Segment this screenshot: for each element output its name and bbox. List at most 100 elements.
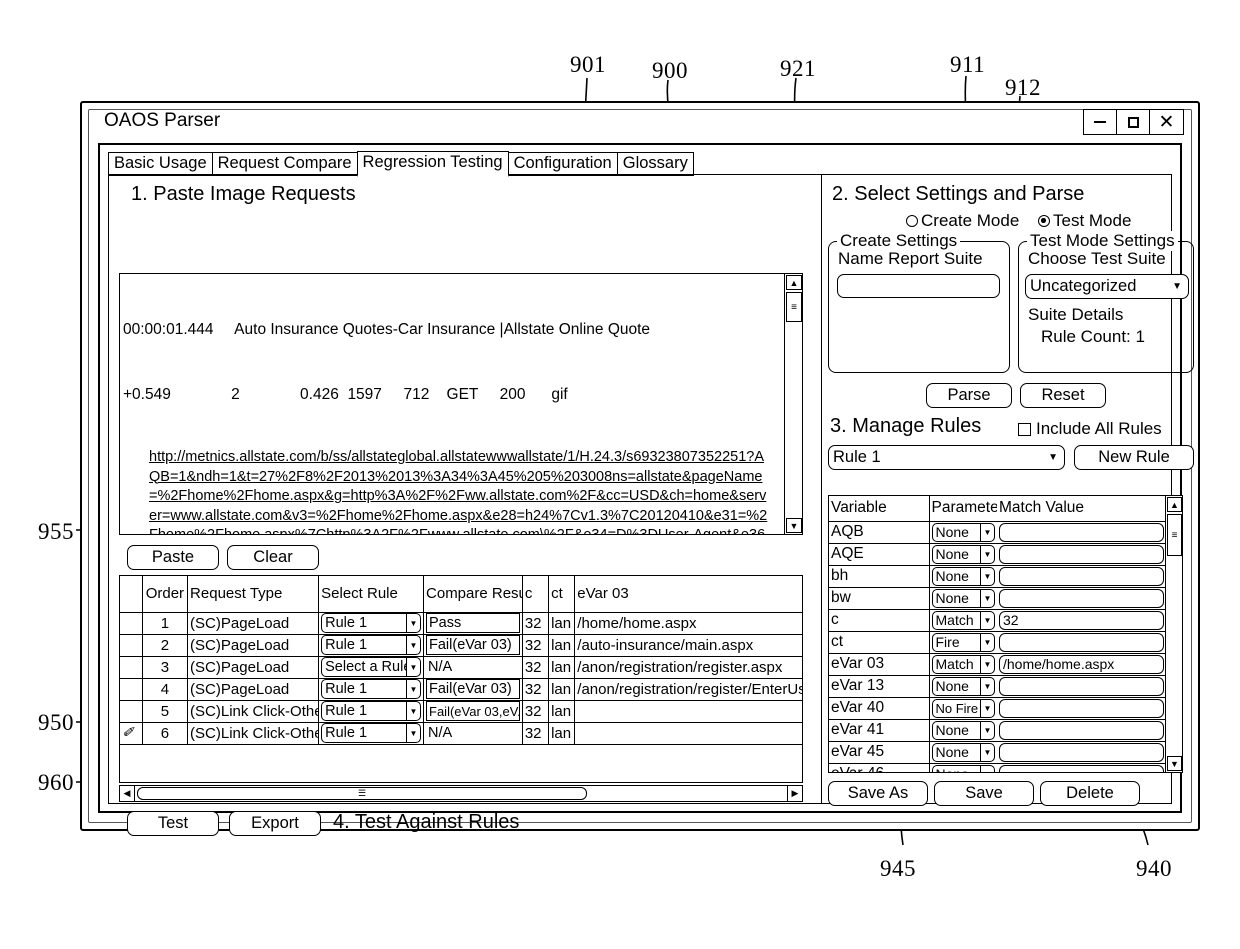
parameter-dropdown[interactable]: Fire ▼ xyxy=(931,632,995,652)
table-row[interactable]: 5 (SC)Link Click-Other Rule 1 ▼ Fail(eVa… xyxy=(120,700,802,723)
list-item[interactable]: eVar 41 None ▼ xyxy=(829,719,1166,742)
maximize-button[interactable] xyxy=(1117,110,1150,134)
match-value-input[interactable] xyxy=(999,588,1164,608)
save-button[interactable]: Save xyxy=(934,781,1034,806)
scroll-down-icon[interactable]: ▼ xyxy=(786,518,802,533)
variable-parameter-cell[interactable]: None ▼ xyxy=(929,587,997,610)
parameter-dropdown[interactable]: Match ▼ xyxy=(931,610,995,630)
scroll-up-icon[interactable]: ▲ xyxy=(786,275,802,290)
parameter-dropdown[interactable]: None ▼ xyxy=(931,544,995,564)
grid-horizontal-scrollbar[interactable]: ◀ ☰ ▶ xyxy=(119,785,803,802)
close-button[interactable]: ✕ xyxy=(1150,110,1183,134)
rule-dropdown[interactable]: Rule 1 ▼ xyxy=(321,679,422,699)
cell-select-rule[interactable]: Rule 1 ▼ xyxy=(318,678,425,701)
list-item[interactable]: AQB None ▼ xyxy=(829,521,1166,544)
list-item[interactable]: eVar 45 None ▼ xyxy=(829,741,1166,764)
variable-parameter-cell[interactable]: None ▼ xyxy=(929,719,997,742)
scroll-down-icon[interactable]: ▼ xyxy=(1167,756,1182,771)
variable-match-cell[interactable] xyxy=(997,587,1166,610)
variable-parameter-cell[interactable]: None ▼ xyxy=(929,521,997,544)
match-value-input[interactable] xyxy=(999,632,1164,652)
variable-match-cell[interactable] xyxy=(997,543,1166,566)
cell-select-rule[interactable]: Rule 1 ▼ xyxy=(318,634,425,657)
variable-parameter-cell[interactable]: None ▼ xyxy=(929,565,997,588)
paste-vertical-scrollbar[interactable]: ▲ ≡ ▼ xyxy=(784,274,802,534)
scroll-right-icon[interactable]: ▶ xyxy=(787,786,802,801)
scrollbar-thumb[interactable]: ≡ xyxy=(1167,514,1182,556)
variable-match-cell[interactable] xyxy=(997,565,1166,588)
col-evar03[interactable]: eVar 03 xyxy=(574,576,802,613)
variable-match-cell[interactable] xyxy=(997,697,1166,720)
requests-results-grid[interactable]: Order Request Type Select Rule Compare R… xyxy=(119,575,803,783)
test-button[interactable]: Test xyxy=(127,811,219,836)
match-value-input[interactable] xyxy=(999,676,1164,696)
cell-select-rule[interactable]: Rule 1 ▼ xyxy=(318,722,425,745)
col-order[interactable]: Order xyxy=(142,576,189,613)
variable-parameter-cell[interactable]: No Fire ▼ xyxy=(929,697,997,720)
variable-parameter-cell[interactable]: Fire ▼ xyxy=(929,631,997,654)
col-request-type[interactable]: Request Type xyxy=(187,576,320,613)
list-item[interactable]: c Match ▼ 32 xyxy=(829,609,1166,632)
parameter-dropdown[interactable]: No Fire ▼ xyxy=(931,698,995,718)
table-row[interactable]: 1 (SC)PageLoad Rule 1 ▼ Pass 32 lan /hom… xyxy=(120,612,802,635)
match-value-input[interactable] xyxy=(999,720,1164,740)
rule-dropdown[interactable]: Rule 1 ▼ xyxy=(321,613,422,633)
cell-select-rule[interactable]: Select a Rule.. ▼ xyxy=(318,656,425,679)
cell-select-rule[interactable]: Rule 1 ▼ xyxy=(318,612,425,635)
parameter-dropdown[interactable]: None ▼ xyxy=(931,742,995,762)
minimize-button[interactable] xyxy=(1084,110,1117,134)
col-match-value[interactable]: Match Value xyxy=(997,496,1166,522)
col-c[interactable]: c xyxy=(522,576,550,613)
variable-parameter-cell[interactable]: None ▼ xyxy=(929,543,997,566)
col-ct[interactable]: ct xyxy=(548,576,576,613)
rule-variables-grid[interactable]: Variable Parameter Match Value AQB None … xyxy=(828,495,1183,773)
variable-parameter-cell[interactable]: None ▼ xyxy=(929,763,997,772)
list-item[interactable]: AQE None ▼ xyxy=(829,543,1166,566)
parameter-dropdown[interactable]: None ▼ xyxy=(931,566,995,586)
rule-dropdown[interactable]: Rule 1 ▼ xyxy=(321,635,422,655)
list-item[interactable]: bw None ▼ xyxy=(829,587,1166,610)
test-suite-dropdown[interactable]: Uncategorized ▼ xyxy=(1025,274,1189,299)
parameter-dropdown[interactable]: None ▼ xyxy=(931,588,995,608)
rule-dropdown[interactable]: Rule 1 ▼ xyxy=(321,723,422,743)
list-item[interactable]: eVar 03 Match ▼ /home/home.aspx xyxy=(829,653,1166,676)
rule-dropdown[interactable]: Rule 1 ▼ xyxy=(321,701,422,721)
create-mode-radio[interactable]: Create Mode xyxy=(906,211,1019,231)
variable-parameter-cell[interactable]: Match ▼ xyxy=(929,653,997,676)
parameter-dropdown[interactable]: None ▼ xyxy=(931,676,995,696)
col-select-rule[interactable]: Select Rule xyxy=(318,576,425,613)
variables-vertical-scrollbar[interactable]: ▲ ≡ ▼ xyxy=(1165,496,1182,772)
parameter-dropdown[interactable]: None ▼ xyxy=(931,522,995,542)
cell-select-rule[interactable]: Rule 1 ▼ xyxy=(318,700,425,723)
tab-request-compare[interactable]: Request Compare xyxy=(211,152,358,176)
variable-parameter-cell[interactable]: None ▼ xyxy=(929,675,997,698)
match-value-input[interactable] xyxy=(999,764,1164,772)
match-value-input[interactable] xyxy=(999,544,1164,564)
scroll-up-icon[interactable]: ▲ xyxy=(1167,497,1182,512)
variable-match-cell[interactable] xyxy=(997,763,1166,772)
list-item[interactable]: bh None ▼ xyxy=(829,565,1166,588)
test-mode-radio[interactable]: Test Mode xyxy=(1038,211,1131,231)
tab-glossary[interactable]: Glossary xyxy=(616,152,694,176)
col-parameter[interactable]: Parameter xyxy=(929,496,997,522)
include-all-rules-checkbox[interactable]: Include All Rules xyxy=(1018,419,1162,439)
delete-button[interactable]: Delete xyxy=(1040,781,1140,806)
rule-select-dropdown[interactable]: Rule 1 ▼ xyxy=(828,445,1065,470)
list-item[interactable]: ct Fire ▼ xyxy=(829,631,1166,654)
variable-match-cell[interactable] xyxy=(997,521,1166,544)
match-value-input[interactable] xyxy=(999,566,1164,586)
tab-regression-testing[interactable]: Regression Testing xyxy=(356,151,509,177)
match-value-input[interactable]: /home/home.aspx xyxy=(999,654,1164,674)
match-value-input[interactable] xyxy=(999,522,1164,542)
list-item[interactable]: eVar 13 None ▼ xyxy=(829,675,1166,698)
list-item[interactable]: eVar 40 No Fire ▼ xyxy=(829,697,1166,720)
variable-match-cell[interactable] xyxy=(997,719,1166,742)
variable-match-cell[interactable]: /home/home.aspx xyxy=(997,653,1166,676)
parameter-dropdown[interactable]: None ▼ xyxy=(931,720,995,740)
variable-parameter-cell[interactable]: Match ▼ xyxy=(929,609,997,632)
paste-button[interactable]: Paste xyxy=(127,545,219,570)
tab-configuration[interactable]: Configuration xyxy=(507,152,618,176)
name-report-suite-input[interactable] xyxy=(837,274,1000,298)
variable-match-cell[interactable] xyxy=(997,631,1166,654)
new-rule-button[interactable]: New Rule xyxy=(1074,445,1194,470)
